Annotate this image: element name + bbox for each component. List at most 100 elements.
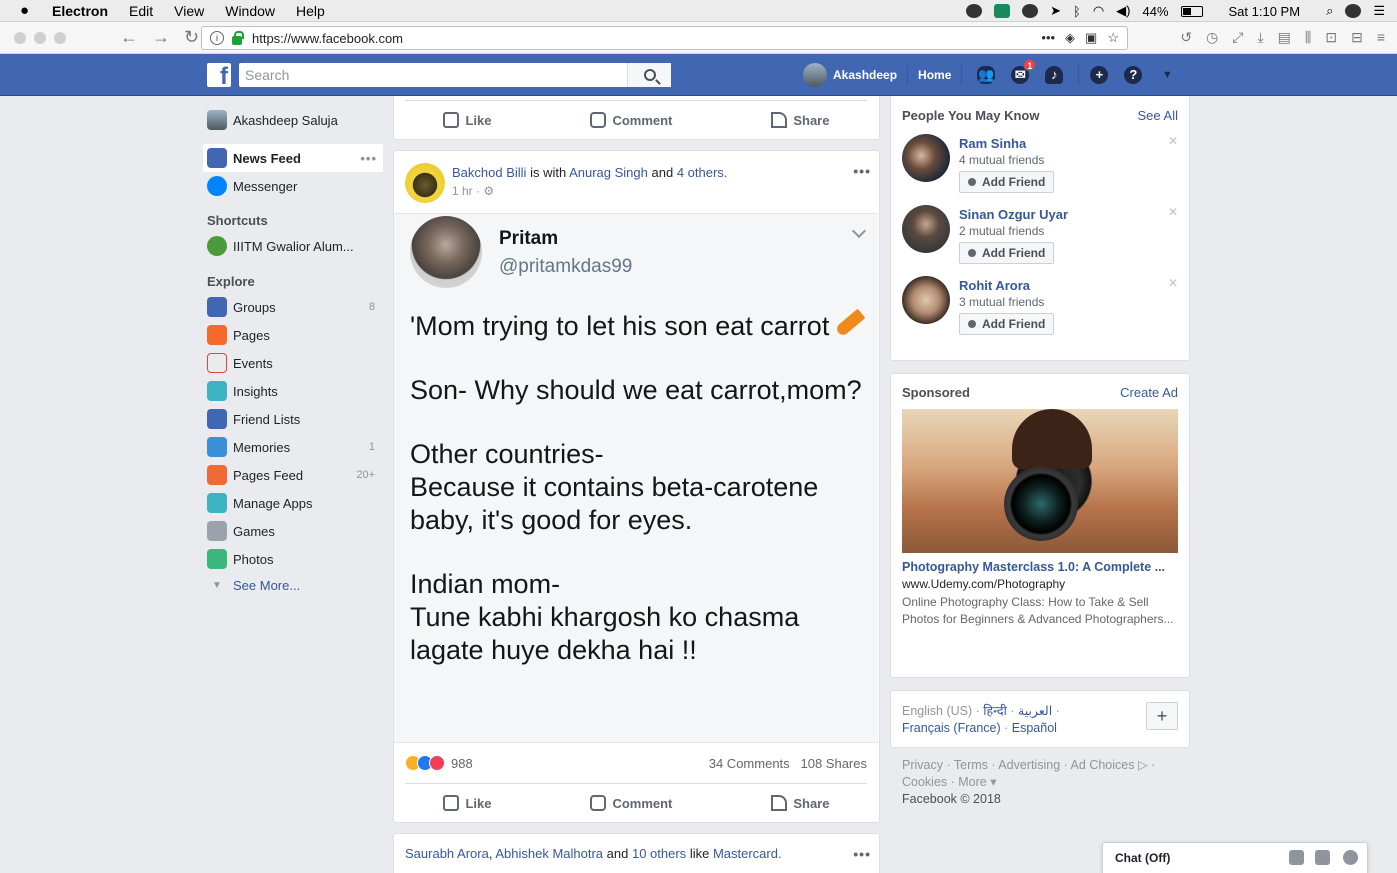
dismiss-x-icon[interactable]: ✕ [1168, 205, 1178, 219]
help-question-icon[interactable]: ? [1123, 65, 1143, 85]
reload-icon[interactable]: ↻ [184, 27, 199, 48]
author-link[interactable]: Bakchod Billi [452, 165, 526, 180]
create-plus-icon[interactable]: + [1089, 65, 1109, 85]
address-bar[interactable]: i https://www.facebook.com ••• ◈ ▣ ☆ [201, 26, 1128, 50]
info-icon[interactable]: i [210, 31, 224, 45]
language-french-link[interactable]: Français (France) [902, 721, 1001, 735]
clock[interactable]: Sat 1:10 PM [1229, 4, 1301, 19]
new-group-icon[interactable] [1315, 850, 1330, 865]
clock-icon[interactable]: ◷ [1206, 29, 1218, 46]
mutual-friends-count[interactable]: 3 mutual friends [959, 295, 1044, 309]
battery-icon[interactable] [1180, 5, 1203, 17]
compose-message-icon[interactable] [1289, 850, 1304, 865]
comment-button[interactable]: Comment [590, 795, 672, 811]
ad-url[interactable]: www.Udemy.com/Photography [902, 577, 1065, 591]
dismiss-x-icon[interactable]: ✕ [1168, 134, 1178, 148]
pocket-icon[interactable]: ◈ [1065, 30, 1075, 46]
siri-icon[interactable] [1345, 4, 1362, 18]
suggested-person-name[interactable]: Sinan Ozgur Uyar [959, 207, 1068, 222]
notification-center-icon[interactable]: ☰ [1373, 3, 1385, 19]
menu-app-name[interactable]: Electron [52, 3, 108, 19]
messenger-icon[interactable]: ✉ 1 [1010, 59, 1037, 85]
extensions-icon[interactable]: ⊟ [1351, 29, 1363, 46]
suggested-person-name[interactable]: Ram Sinha [959, 136, 1026, 151]
suggested-person-avatar[interactable] [902, 134, 950, 182]
sidebar-item-pages-feed[interactable]: Pages Feed 20+ [203, 461, 383, 489]
screenshot-icon[interactable]: ⊡ [1325, 29, 1337, 46]
ad-title-link[interactable]: Photography Masterclass 1.0: A Complete … [902, 560, 1178, 574]
sidebar-item-shortcut[interactable]: IIITM Gwalior Alum... [203, 232, 383, 260]
sidebar-item-insights[interactable]: Insights [203, 377, 383, 405]
menu-hamburger-icon[interactable]: ≡ [1377, 29, 1385, 46]
minimize-window-button[interactable] [34, 31, 46, 44]
volume-icon[interactable]: ◀) [1116, 3, 1130, 19]
shared-tweet-image[interactable]: Pritam @pritamkdas99 'Mom trying to let … [394, 213, 878, 743]
like-button[interactable]: Like [443, 112, 491, 128]
post-options-icon[interactable]: ••• [853, 846, 871, 862]
globe-icon[interactable] [1022, 4, 1039, 18]
like-button[interactable]: Like [443, 795, 491, 811]
record-icon[interactable] [966, 4, 983, 18]
apple-menu-icon[interactable]: ● [20, 2, 36, 19]
others-link[interactable]: 10 others [632, 846, 686, 861]
close-window-button[interactable] [14, 31, 26, 44]
resize-icon[interactable]: ⤢ [1232, 29, 1243, 46]
comment-button[interactable]: Comment [590, 112, 672, 128]
others-link[interactable]: 4 others. [677, 165, 728, 180]
more-languages-button[interactable]: + [1146, 702, 1178, 730]
history-icon[interactable]: ↺ [1180, 29, 1192, 46]
app-status-icon[interactable] [994, 4, 1011, 18]
library-icon[interactable]: ⫼ [1305, 29, 1311, 46]
sidebar-item-manage-apps[interactable]: Manage Apps [203, 489, 383, 517]
author-avatar[interactable] [405, 163, 445, 203]
privacy-gear-icon[interactable]: ⚙ [483, 184, 494, 198]
home-link[interactable]: Home [918, 68, 951, 82]
suggested-person-name[interactable]: Rohit Arora [959, 278, 1030, 293]
more-options-icon[interactable]: ••• [360, 151, 377, 166]
forward-arrow-icon[interactable]: → [152, 27, 170, 48]
sidebar-item-games[interactable]: Games [203, 517, 383, 545]
footer-links-2[interactable]: Cookies · More ▾ [902, 774, 1192, 791]
sidebar-item-pages[interactable]: Pages [203, 321, 383, 349]
spotlight-search-icon[interactable]: ⌕ [1326, 3, 1333, 19]
shares-count-link[interactable]: 108 Shares [801, 756, 868, 771]
menu-edit[interactable]: Edit [129, 3, 153, 19]
menu-view[interactable]: View [174, 3, 204, 19]
mutual-friends-count[interactable]: 2 mutual friends [959, 224, 1044, 238]
account-menu-chevron-icon[interactable]: ▼ [1157, 65, 1177, 85]
friend-link[interactable]: Saurabh Arora [405, 846, 489, 861]
sidebar-item-groups[interactable]: Groups 8 [203, 293, 383, 321]
sidebar-item-friend-lists[interactable]: Friend Lists [203, 405, 383, 433]
reaction-count[interactable]: 988 [451, 756, 473, 771]
language-spanish-link[interactable]: Español [1012, 721, 1057, 735]
notifications-bell-icon[interactable]: ♪ [1044, 65, 1064, 85]
zoom-window-button[interactable] [54, 31, 66, 44]
back-arrow-icon[interactable]: ← [120, 27, 138, 48]
chat-bar[interactable]: Chat (Off) [1102, 842, 1368, 873]
add-friend-button[interactable]: Add Friend [959, 313, 1055, 335]
reactions-icons[interactable] [405, 755, 445, 771]
sidebar-item-profile[interactable]: Akashdeep Saluja [203, 106, 383, 134]
sidebar-item-events[interactable]: Events [203, 349, 383, 377]
add-friend-button[interactable]: Add Friend [959, 242, 1055, 264]
language-arabic-link[interactable]: العربية [1018, 704, 1052, 718]
profile-avatar[interactable] [803, 63, 827, 87]
search-input[interactable] [239, 63, 624, 87]
sidebar-item-news-feed[interactable]: News Feed ••• [203, 144, 383, 172]
suggested-person-avatar[interactable] [902, 205, 950, 253]
chat-settings-gear-icon[interactable] [1343, 850, 1358, 865]
share-button[interactable]: Share [771, 112, 829, 128]
sidebar-item-photos[interactable]: Photos [203, 545, 383, 573]
bookmark-star-icon[interactable]: ☆ [1107, 30, 1119, 46]
download-icon[interactable]: ⤓ [1257, 29, 1263, 46]
ad-image[interactable] [902, 409, 1178, 553]
tagged-friend-link[interactable]: Anurag Singh [569, 165, 648, 180]
see-more-link[interactable]: ▼ See More... [203, 573, 383, 597]
friend-link[interactable]: Abhishek Malhotra [495, 846, 603, 861]
search-button[interactable] [627, 63, 671, 87]
footer-links[interactable]: Privacy · Terms · Advertising · Ad Choic… [902, 757, 1192, 774]
wifi-icon[interactable]: ◠ [1093, 3, 1104, 19]
sidebar-item-memories[interactable]: Memories 1 [203, 433, 383, 461]
facebook-logo-icon[interactable]: f [207, 63, 231, 87]
see-all-link[interactable]: See All [1138, 108, 1178, 123]
